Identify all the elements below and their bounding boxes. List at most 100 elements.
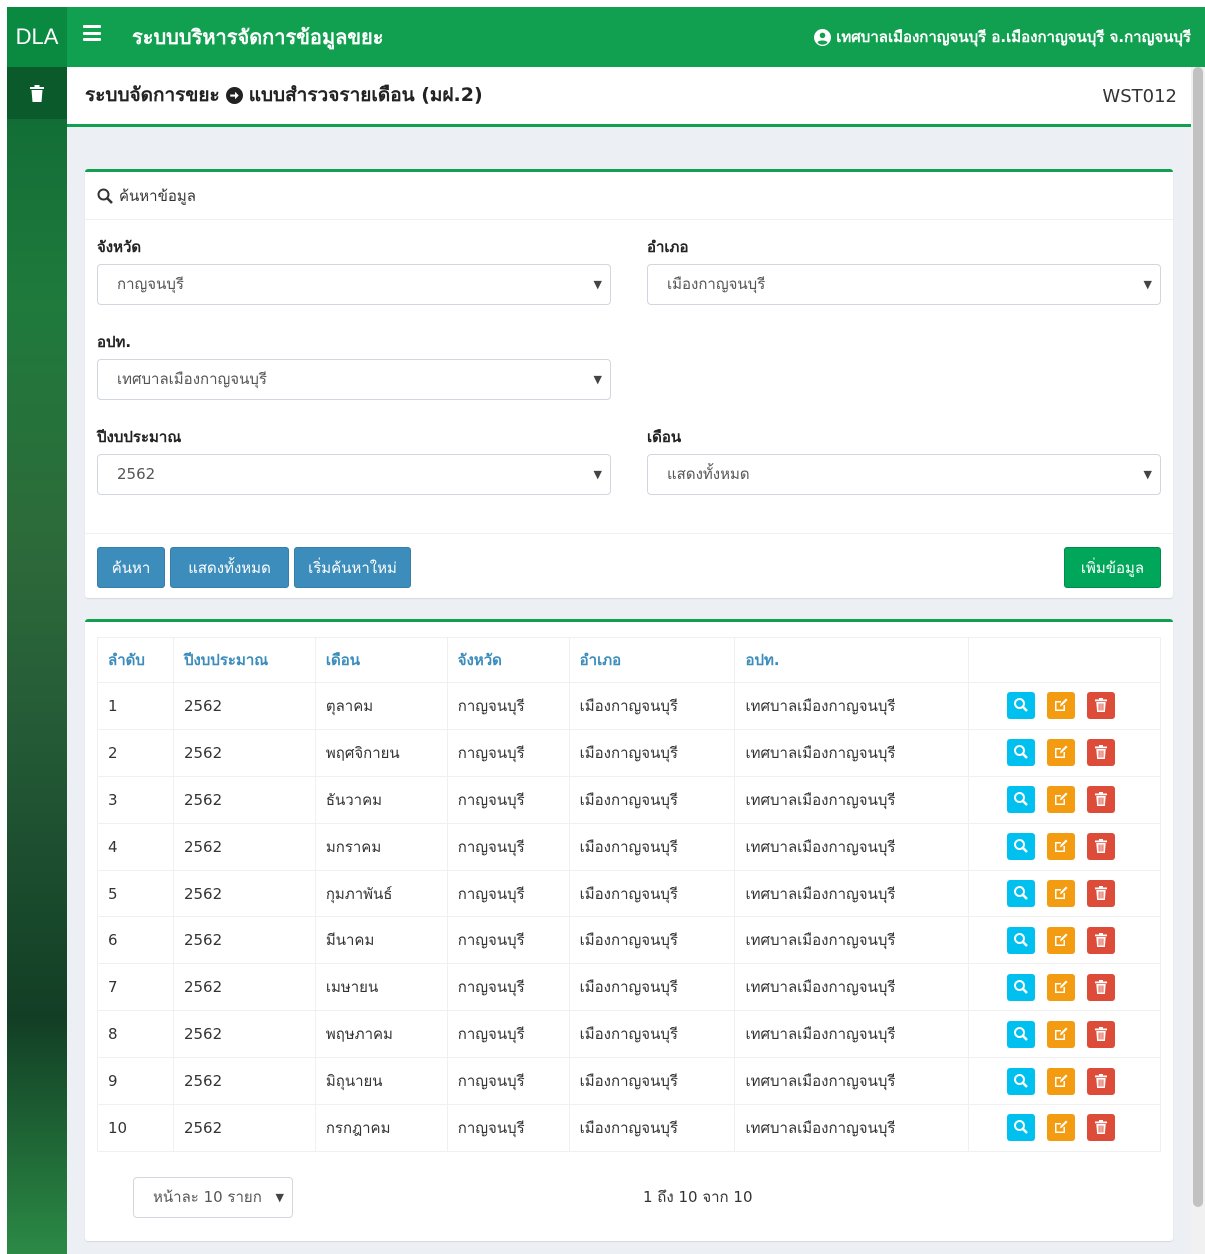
cell-order: 5 <box>97 869 174 918</box>
edit-button[interactable] <box>1047 692 1076 720</box>
chevron-down-icon: ▼ <box>593 373 602 386</box>
add-data-button[interactable]: เพิ่มข้อมูล <box>1064 547 1161 588</box>
column-header-actions <box>968 637 1161 683</box>
cell-lao: เทศบาลเมืองกาญจนบุรี <box>734 728 970 777</box>
cell-month: พฤศจิกายน <box>314 728 448 777</box>
edit-button[interactable] <box>1047 926 1076 954</box>
search-button[interactable]: ค้นหา <box>97 547 165 588</box>
delete-button[interactable] <box>1087 692 1116 720</box>
column-header-year[interactable]: ปีงบประมาณ <box>172 637 316 683</box>
view-button[interactable] <box>1007 833 1036 861</box>
edit-button[interactable] <box>1047 973 1076 1001</box>
cell-actions <box>968 869 1161 918</box>
cell-province: กาญจนบุรี <box>446 1104 570 1152</box>
cell-province: กาญจนบุรี <box>446 1057 570 1106</box>
edit-button[interactable] <box>1047 739 1076 767</box>
table-row: 2 2562 พฤศจิกายน กาญจนบุรี เมืองกาญจนบุรี เทศ… <box>97 728 1161 777</box>
lao-select[interactable]: เทศบาลเมืองกาญจนบุรี ▼ <box>97 359 611 400</box>
district-select[interactable]: เมืองกาญจนบุรี ▼ <box>647 264 1161 305</box>
cell-district: เมืองกาญจนบุรี <box>568 682 736 730</box>
search-panel-footer: ค้นหา แสดงทั้งหมด เริ่มค้นหาใหม่ เพิ่มข้… <box>85 533 1173 598</box>
view-button[interactable] <box>1007 926 1036 954</box>
edit-button[interactable] <box>1047 880 1076 907</box>
scrollbar-thumb[interactable] <box>1193 67 1203 1207</box>
view-button[interactable] <box>1007 1067 1036 1095</box>
month-label: เดือน <box>647 428 682 446</box>
show-all-button[interactable]: แสดงทั้งหมด <box>170 547 289 588</box>
results-panel: ลำดับ ปีงบประมาณ เดือน จังหวัด อำเภอ อปท… <box>85 619 1173 1241</box>
district-select-value: เมืองกาญจนบุรี <box>667 275 766 293</box>
brand-logo[interactable]: DLA <box>7 7 67 67</box>
delete-button[interactable] <box>1087 926 1116 954</box>
view-button[interactable] <box>1007 880 1036 907</box>
edit-button[interactable] <box>1047 1114 1076 1142</box>
page-scrollbar[interactable] <box>1191 67 1205 1254</box>
column-header-month[interactable]: เดือน <box>314 637 448 683</box>
pagination-info: 1 ถึง 10 จาก 10 <box>643 1188 753 1206</box>
trash-icon <box>30 84 44 102</box>
page-size-select[interactable]: หน้าละ 10 รายก ▼ <box>133 1177 293 1218</box>
cell-district: เมืองกาญจนบุรี <box>568 916 736 965</box>
search-panel: ค้นหาข้อมูล จังหวัด กาญจนบุรี ▼ อำเภอ เม… <box>85 169 1173 598</box>
cell-province: กาญจนบุรี <box>446 963 570 1012</box>
app-title: ระบบบริหารจัดการข้อมูลขยะ <box>132 25 384 49</box>
table-row: 7 2562 เมษายน กาญจนบุรี เมืองกาญจนบุรี เทศบาล… <box>97 963 1161 1012</box>
sidebar-item-waste[interactable] <box>7 67 67 119</box>
table-row: 5 2562 กุมภาพันธ์ กาญจนบุรี เมืองกาญจนบุรี เท… <box>97 869 1161 918</box>
province-select[interactable]: กาญจนบุรี ▼ <box>97 264 611 305</box>
table-row: 1 2562 ตุลาคม กาญจนบุรี เมืองกาญจนบุรี เทศบาล… <box>97 682 1161 730</box>
cell-actions <box>968 682 1161 730</box>
cell-order: 7 <box>97 963 174 1012</box>
edit-button[interactable] <box>1047 1020 1076 1048</box>
column-header-lao[interactable]: อปท. <box>734 637 970 683</box>
column-header-order[interactable]: ลำดับ <box>97 637 174 683</box>
view-button[interactable] <box>1007 1020 1036 1048</box>
delete-button[interactable] <box>1087 973 1116 1001</box>
cell-district: เมืองกาญจนบุรี <box>568 822 736 871</box>
cell-province: กาญจนบุรี <box>446 775 570 824</box>
delete-button[interactable] <box>1087 1114 1116 1142</box>
cell-actions <box>968 916 1161 965</box>
cell-year: 2562 <box>172 682 316 730</box>
province-select-value: กาญจนบุรี <box>117 275 184 293</box>
delete-button[interactable] <box>1087 739 1116 767</box>
table-row: 8 2562 พฤษภาคม กาญจนบุรี เมืองกาญจนบุรี เทศบา… <box>97 1010 1161 1059</box>
user-circle-icon <box>814 28 832 46</box>
delete-button[interactable] <box>1087 1067 1116 1095</box>
cell-order: 1 <box>97 682 174 730</box>
table-row: 10 2562 กรกฎาคม กาญจนบุรี เมืองกาญจนบุรี เทศบ… <box>97 1104 1161 1152</box>
view-button[interactable] <box>1007 692 1036 720</box>
cell-month: เมษายน <box>314 963 448 1012</box>
year-select[interactable]: 2562 ▼ <box>97 454 611 495</box>
hamburger-menu-icon[interactable] <box>83 25 101 41</box>
column-header-district[interactable]: อำเภอ <box>568 637 736 683</box>
month-select[interactable]: แสดงทั้งหมด ▼ <box>647 454 1161 495</box>
table-row: 6 2562 มีนาคม กาญจนบุรี เมืองกาญจนบุรี เทศบาล… <box>97 916 1161 965</box>
view-button[interactable] <box>1007 739 1036 767</box>
page-header: ระบบจัดการขยะ แบบสำรวจรายเดือน (มฝ.2) WS… <box>67 67 1191 127</box>
cell-year: 2562 <box>172 728 316 777</box>
user-menu[interactable]: เทศบาลเมืองกาญจนบุรี อ.เมืองกาญจนบุรี จ.… <box>814 7 1191 67</box>
column-header-province[interactable]: จังหวัด <box>446 637 570 683</box>
delete-button[interactable] <box>1087 833 1116 861</box>
delete-button[interactable] <box>1087 786 1116 814</box>
view-button[interactable] <box>1007 786 1036 814</box>
view-button[interactable] <box>1007 973 1036 1001</box>
edit-button[interactable] <box>1047 786 1076 814</box>
cell-province: กาญจนบุรี <box>446 916 570 965</box>
edit-button[interactable] <box>1047 1067 1076 1095</box>
cell-year: 2562 <box>172 775 316 824</box>
cell-lao: เทศบาลเมืองกาญจนบุรี <box>734 775 970 824</box>
cell-lao: เทศบาลเมืองกาญจนบุรี <box>734 1104 970 1152</box>
edit-button[interactable] <box>1047 833 1076 861</box>
reset-search-button[interactable]: เริ่มค้นหาใหม่ <box>294 547 411 588</box>
cell-lao: เทศบาลเมืองกาญจนบุรี <box>734 963 970 1012</box>
delete-button[interactable] <box>1087 880 1116 907</box>
year-label: ปีงบประมาณ <box>97 428 182 446</box>
cell-year: 2562 <box>172 963 316 1012</box>
cell-order: 2 <box>97 728 174 777</box>
view-button[interactable] <box>1007 1114 1036 1142</box>
cell-month: มีนาคม <box>314 916 448 965</box>
results-table: ลำดับ ปีงบประมาณ เดือน จังหวัด อำเภอ อปท… <box>97 637 1161 1152</box>
delete-button[interactable] <box>1087 1020 1116 1048</box>
